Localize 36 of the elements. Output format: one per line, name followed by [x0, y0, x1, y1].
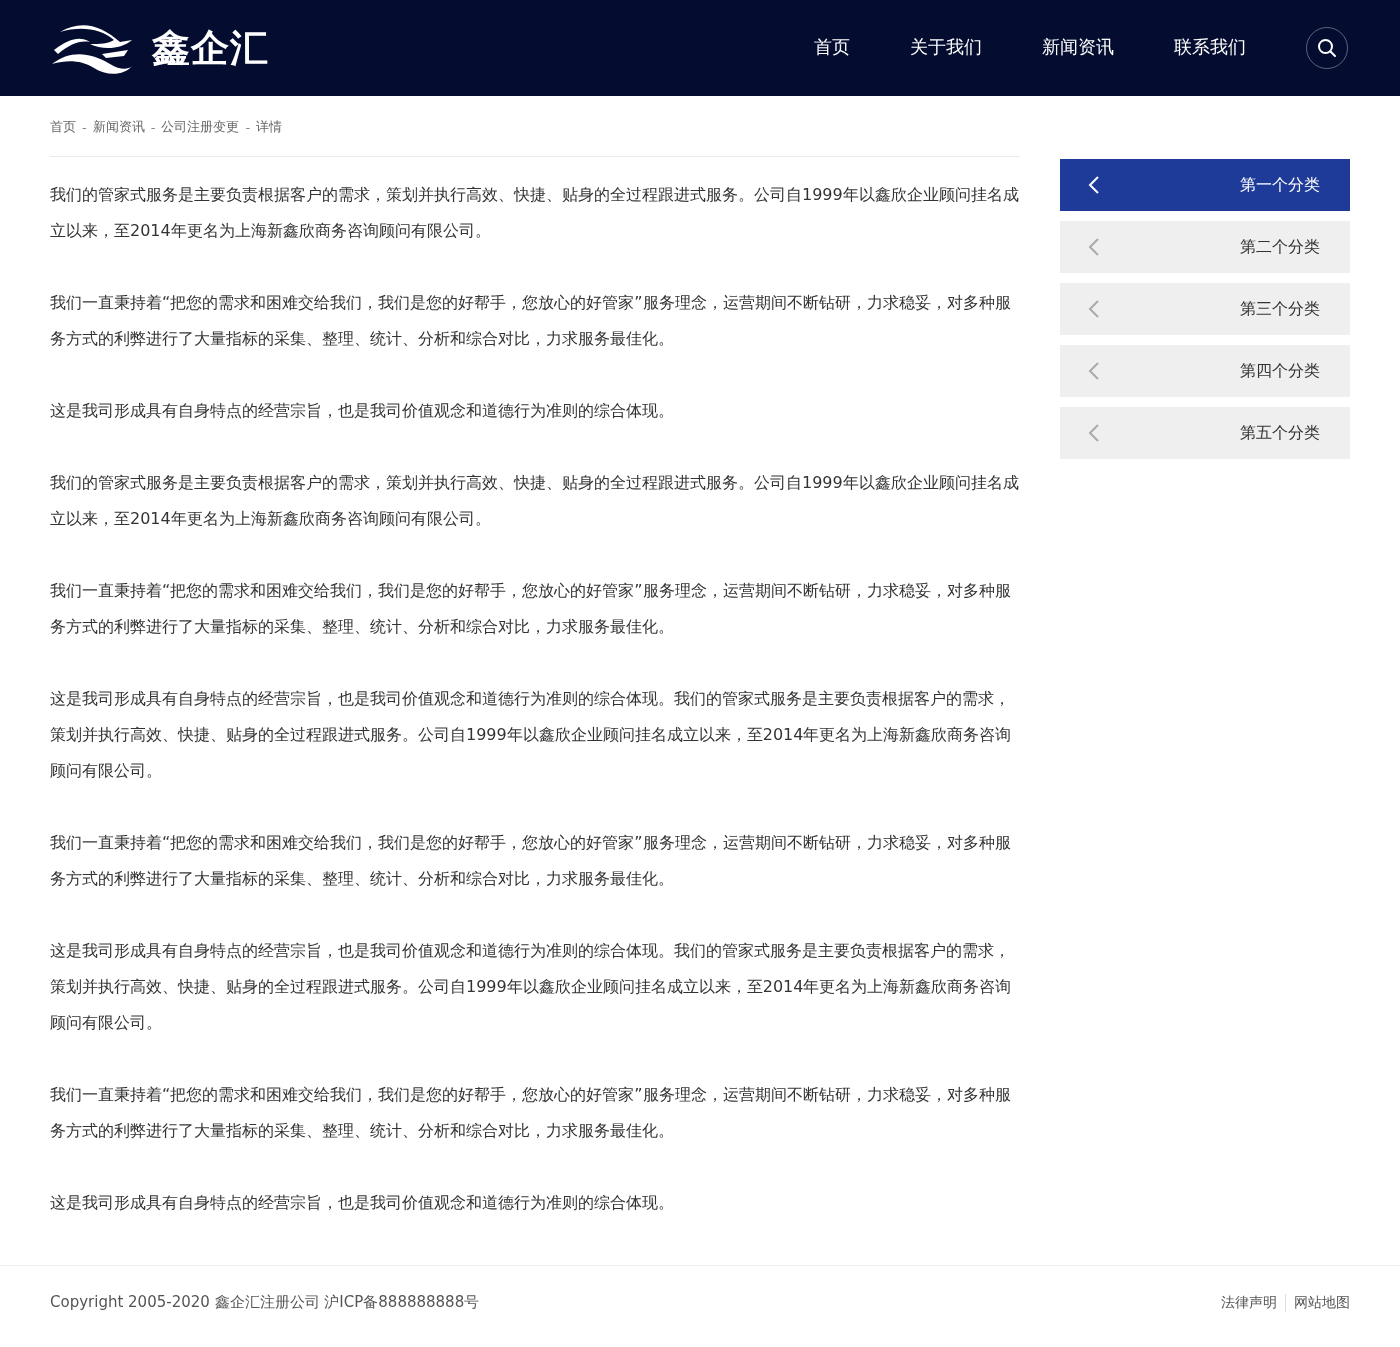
nav-link[interactable]: 首页 [814, 31, 850, 65]
article-paragraph: 我们一直秉持着“把您的需求和困难交给我们，我们是您的好帮手，您放心的好管家”服务理念，运营期间不断钻研，力求稳妥，对多种服务方式的利弊进行了大量指标的采集、整理、统计、分析和综合对比，力求服务最佳化。 [50, 1084, 1012, 1142]
category-link[interactable]: 第四个分类 [1060, 345, 1350, 397]
breadcrumb-link[interactable]: 新闻资讯 [92, 118, 145, 136]
search-icon [1317, 38, 1337, 58]
copyright-text: Copyright 2005-2020 鑫企汇注册公司 沪ICP备888888888号 [50, 1293, 480, 1312]
chevron-left-icon [1088, 299, 1100, 319]
nav-link[interactable]: 关于我们 [910, 31, 982, 65]
footer-link[interactable]: 法律声明 [1213, 1293, 1285, 1312]
article-paragraph: 我们的管家式服务是主要负责根据客户的需求，策划并执行高效、快捷、贴身的全过程跟进式服务。公司自1999年以鑫欣企业顾问挂名成立以来，至2014年更名为上海新鑫欣商务咨询顾问有限公司。 [50, 472, 1020, 530]
article-paragraph: 我们一直秉持着“把您的需求和困难交给我们，我们是您的好帮手，您放心的好管家”服务理念，运营期间不断钻研，力求稳妥，对多种服务方式的利弊进行了大量指标的采集、整理、统计、分析和综合对比，力求服务最佳化。 [50, 292, 1012, 350]
category-link[interactable]: 第五个分类 [1060, 407, 1350, 459]
article-paragraph: 这是我司形成具有自身特点的经营宗旨，也是我司价值观念和道德行为准则的综合体现。我们的管家式服务是主要负责根据客户的需求，策划并执行高效、快捷、贴身的全过程跟进式服务。公司自1999年以鑫欣企业顾问挂名成立以来，至2014年更名为上海新鑫欣商务咨询顾问有限公司。 [50, 688, 1013, 782]
breadcrumb-link[interactable]: 公司注册变更 [161, 118, 240, 136]
article-paragraph: 这是我司形成具有自身特点的经营宗旨，也是我司价值观念和道德行为准则的综合体现。 [50, 400, 675, 422]
chevron-left-icon [1088, 361, 1100, 381]
footer-link[interactable]: 网站地图 [1285, 1293, 1350, 1312]
article-paragraph: 我们的管家式服务是主要负责根据客户的需求，策划并执行高效、快捷、贴身的全过程跟进式服务。公司自1999年以鑫欣企业顾问挂名成立以来，至2014年更名为上海新鑫欣商务咨询顾问有限公司。 [50, 184, 1020, 242]
breadcrumb-current: 详情 [256, 118, 283, 136]
article-paragraph: 我们一直秉持着“把您的需求和困难交给我们，我们是您的好帮手，您放心的好管家”服务理念，运营期间不断钻研，力求稳妥，对多种服务方式的利弊进行了大量指标的采集、整理、统计、分析和综合对比，力求服务最佳化。 [50, 832, 1012, 890]
site-title: 鑫企汇 [152, 23, 269, 72]
chevron-left-icon [1088, 423, 1100, 443]
breadcrumb-separator: - [82, 119, 87, 135]
article-paragraph: 这是我司形成具有自身特点的经营宗旨，也是我司价值观念和道德行为准则的综合体现。 [50, 1192, 675, 1214]
article-paragraph: 我们一直秉持着“把您的需求和困难交给我们，我们是您的好帮手，您放心的好管家”服务理念，运营期间不断钻研，力求稳妥，对多种服务方式的利弊进行了大量指标的采集、整理、统计、分析和综合对比，力求服务最佳化。 [50, 580, 1012, 638]
breadcrumb-link[interactable]: 首页 [50, 118, 76, 136]
nav-link[interactable]: 联系我们 [1174, 31, 1246, 65]
breadcrumb-separator: - [150, 119, 156, 135]
category-link[interactable]: 第二个分类 [1060, 221, 1350, 273]
category-link[interactable]: 第三个分类 [1060, 283, 1350, 335]
breadcrumb-separator: - [245, 119, 251, 135]
chevron-left-icon [1088, 175, 1100, 195]
article-paragraph: 这是我司形成具有自身特点的经营宗旨，也是我司价值观念和道德行为准则的综合体现。我们的管家式服务是主要负责根据客户的需求，策划并执行高效、快捷、贴身的全过程跟进式服务。公司自1999年以鑫欣企业顾问挂名成立以来，至2014年更名为上海新鑫欣商务咨询顾问有限公司。 [50, 940, 1013, 1034]
nav-link[interactable]: 新闻资讯 [1042, 31, 1114, 65]
chevron-left-icon [1088, 237, 1100, 257]
category-link[interactable]: 第一个分类 [1060, 159, 1350, 211]
